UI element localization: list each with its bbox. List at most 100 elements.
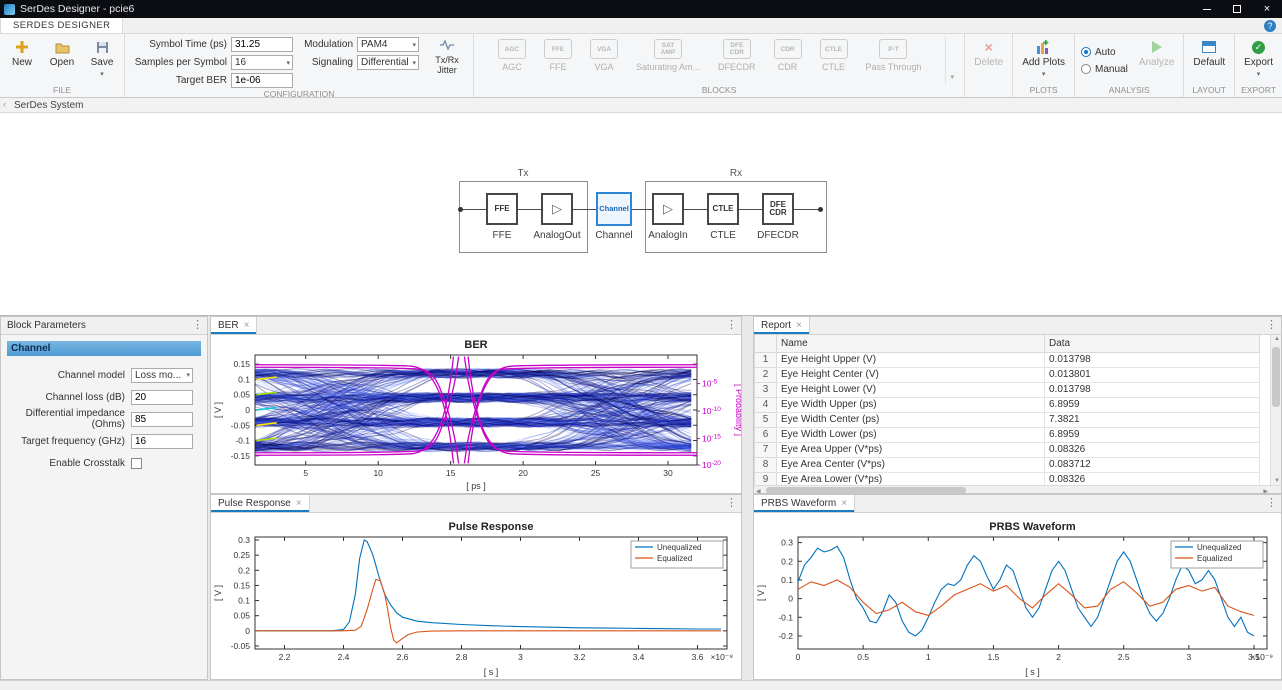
block-gallery-item-pass-through[interactable]: P-T Pass Through [866, 39, 921, 72]
ber-eye-diagram[interactable]: 5 10 15 20 25 30 -0.15 -0.1 -0.05 0 0.05 0.1 0.15 BER… [211, 335, 741, 493]
tab-prbs-waveform[interactable]: PRBS Waveform × [754, 495, 856, 512]
add-plots-button[interactable]: Add Plots ▾ [1019, 37, 1068, 84]
block-ctle[interactable]: CTLE [707, 193, 739, 225]
tab-report[interactable]: Report × [754, 317, 810, 334]
default-layout-button[interactable]: Default [1190, 37, 1228, 84]
row-number: 5 [754, 411, 777, 428]
svg-text:10-15: 10-15 [702, 434, 721, 444]
panel-menu-icon[interactable]: ⋮ [1266, 496, 1277, 509]
new-button[interactable]: New [6, 37, 38, 84]
target-ber-input[interactable] [231, 73, 293, 88]
chevron-down-icon: ▾ [412, 59, 416, 67]
block-gallery-item-saturating-am[interactable]: SAT AMP Saturating Am... [636, 39, 700, 72]
vertical-scrollbar[interactable]: ▲ ▼ [1270, 335, 1281, 485]
maximize-button[interactable] [1222, 0, 1252, 18]
parameter-input-2[interactable] [131, 411, 193, 427]
table-row[interactable]: 1 Eye Height Upper (V) 0.013798 [754, 351, 1260, 368]
chevron-down-icon: ▾ [1041, 71, 1046, 78]
tab-pulse-response[interactable]: Pulse Response × [211, 495, 310, 512]
title-bar: SerDes Designer - pcie6 × [0, 0, 1282, 18]
panel-menu-icon[interactable]: ⋮ [192, 318, 203, 331]
tab-ber[interactable]: BER × [211, 317, 258, 334]
metric-value-cell: 6.8959 [1044, 426, 1260, 443]
table-row[interactable]: 3 Eye Height Lower (V) 0.013798 [754, 381, 1260, 398]
table-row[interactable]: 2 Eye Height Center (V) 0.013801 [754, 366, 1260, 383]
panel-menu-icon[interactable]: ⋮ [1266, 318, 1277, 331]
symbol-time-input[interactable] [231, 37, 293, 52]
export-check-icon: ✓ [1251, 39, 1267, 55]
table-row[interactable]: 4 Eye Width Upper (ps) 6.8959 [754, 396, 1260, 413]
tab-close-icon[interactable]: × [244, 320, 250, 331]
block-gallery-item-dfecdr[interactable]: DFE CDR DFECDR [718, 39, 756, 72]
analyze-play-icon [1149, 39, 1165, 55]
tab-close-icon[interactable]: × [841, 498, 847, 509]
save-button[interactable]: Save ▾ [86, 37, 118, 84]
chevron-down-icon: ▾ [412, 41, 416, 49]
parameter-select-0[interactable]: Loss mo... ▾ [131, 367, 193, 383]
parameter-input-1[interactable] [131, 389, 193, 405]
delete-button[interactable]: × Delete [971, 37, 1006, 94]
svg-text:0.05: 0.05 [233, 390, 250, 400]
samples-per-symbol-select[interactable]: 16 ▾ [231, 55, 293, 70]
modulation-select[interactable]: PAM4 ▾ [357, 37, 419, 52]
parameter-input-3[interactable] [131, 433, 193, 449]
svg-text:3: 3 [1186, 652, 1191, 662]
auto-radio[interactable]: Auto [1081, 47, 1128, 58]
enable-crosstalk-checkbox[interactable] [131, 457, 142, 469]
block-gallery-item-agc[interactable]: AGC AGC [498, 39, 526, 72]
gallery-expand-button[interactable]: ▾ [945, 37, 958, 84]
table-row[interactable]: 5 Eye Width Center (ps) 7.3821 [754, 411, 1260, 428]
svg-text:-0.05: -0.05 [231, 420, 251, 430]
collapse-icon[interactable]: ‹ [3, 99, 6, 109]
analyze-button[interactable]: Analyze [1136, 37, 1178, 84]
minimize-button[interactable] [1192, 0, 1222, 18]
tab-close-icon[interactable]: × [296, 498, 302, 509]
svg-text:10-10: 10-10 [702, 406, 721, 416]
table-row[interactable]: 6 Eye Width Lower (ps) 6.8959 [754, 426, 1260, 443]
blocks-section: AGC AGC FFE FFE VGA VGA SAT AMP Saturating Am..… [474, 34, 966, 97]
block-analogout[interactable]: ▷ [541, 193, 573, 225]
panel-menu-icon[interactable]: ⋮ [726, 318, 737, 331]
report-col-data[interactable]: Data [1044, 335, 1260, 353]
parameter-label: Differential impedance (Ohms) [25, 408, 125, 430]
table-row[interactable]: 8 Eye Area Center (V*ps) 0.083712 [754, 456, 1260, 473]
metric-value-cell: 0.08326 [1044, 441, 1260, 458]
prbs-waveform-chart[interactable]: 0 0.5 1 1.5 2 2.5 3 3.5 -0.2 -0.1 0 0.1 0.2 0.3 PRBS W… [754, 513, 1281, 679]
add-plots-icon [1036, 39, 1052, 55]
tx-rx-jitter-button[interactable]: Tx/Rx Jitter [427, 37, 467, 88]
horizontal-scrollbar[interactable]: ◀ ▶ [754, 485, 1281, 493]
block-analogin[interactable]: ▷ [652, 193, 684, 225]
parameter-label: Enable Crosstalk [49, 457, 125, 469]
block-gallery-item-ffe[interactable]: FFE FFE [544, 39, 572, 72]
table-row[interactable]: 7 Eye Area Upper (V*ps) 0.08326 [754, 441, 1260, 458]
minimize-icon [1203, 8, 1211, 10]
block-gallery-item-ctle[interactable]: CTLE CTLE [819, 39, 848, 72]
tab-close-icon[interactable]: × [796, 320, 802, 331]
panel-menu-icon[interactable]: ⋮ [726, 496, 737, 509]
block-gallery-item-vga[interactable]: VGA VGA [590, 39, 618, 72]
svg-text:-0.15: -0.15 [231, 451, 251, 461]
radio-selected-icon [1081, 47, 1092, 57]
tab-serdes-designer[interactable]: SERDES DESIGNER [0, 18, 124, 33]
serdes-system-canvas[interactable]: Tx Rx FFE ▷ Channel ▷ CTLE DFE CDR FFE A… [0, 113, 1282, 315]
metric-value-cell: 0.013798 [1044, 351, 1260, 368]
signaling-select[interactable]: Differential ▾ [357, 55, 419, 70]
export-button[interactable]: ✓ Export ▾ [1241, 37, 1276, 84]
help-icon[interactable]: ? [1264, 20, 1276, 32]
open-button[interactable]: Open [46, 37, 78, 84]
svg-text:×10⁻⁹: ×10⁻⁹ [710, 652, 733, 662]
report-col-name[interactable]: Name [776, 335, 1045, 353]
pulse-response-chart[interactable]: 2.2 2.4 2.6 2.8 3 3.2 3.4 3.6 -0.05 0 0.05 0.1 0.15 0… [211, 513, 741, 679]
splitter[interactable] [742, 316, 753, 680]
jitter-icon [439, 39, 455, 53]
block-gallery-item-label: CDR [777, 62, 798, 72]
delete-section: × Delete [965, 34, 1014, 97]
block-gallery-item-cdr[interactable]: CDR CDR [773, 39, 802, 72]
close-button[interactable]: × [1252, 0, 1282, 18]
block-ffe[interactable]: FFE [486, 193, 518, 225]
svg-text:[ V ]: [ V ] [213, 585, 223, 601]
manual-radio[interactable]: Manual [1081, 64, 1128, 75]
block-dfecdr[interactable]: DFE CDR [762, 193, 794, 225]
block-channel-selected[interactable]: Channel [596, 192, 632, 226]
block-gallery-item-label: AGC [502, 62, 522, 72]
